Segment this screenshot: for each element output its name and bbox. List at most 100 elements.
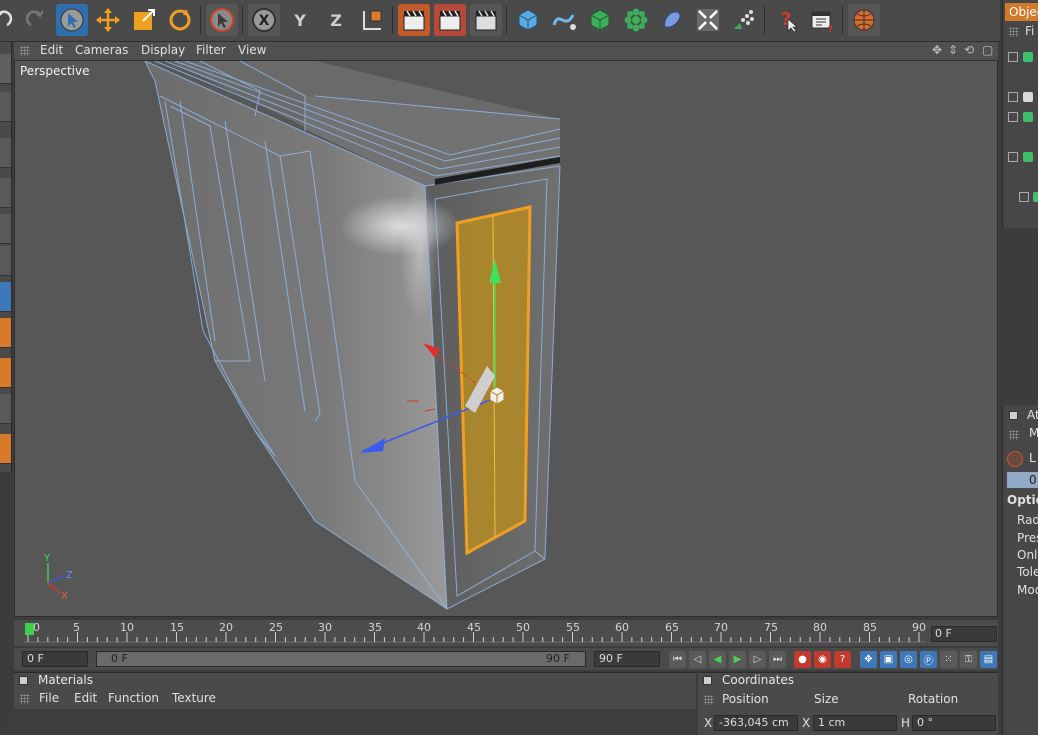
record-position-button[interactable]: ✥ — [860, 651, 877, 668]
materials-menu-file[interactable]: File — [39, 691, 59, 705]
scene-canvas[interactable]: Y Z X — [15, 61, 998, 617]
render-picture-button[interactable] — [434, 4, 466, 36]
browser-button[interactable] — [848, 4, 880, 36]
tool-strip-button[interactable] — [0, 246, 11, 276]
materials-menu-texture[interactable]: Texture — [172, 691, 216, 705]
tool-strip-button[interactable] — [0, 214, 11, 244]
texture-mode-button[interactable] — [0, 434, 11, 464]
null-object-icon[interactable] — [1023, 92, 1033, 102]
tool-strip-button[interactable] — [0, 54, 11, 84]
panel-menu-icon[interactable] — [1009, 411, 1018, 420]
pan-icon[interactable]: ✥ — [932, 43, 942, 57]
viewport-menu-view[interactable]: View — [238, 43, 266, 57]
render-view-button[interactable] — [398, 4, 430, 36]
viewport-menu-filter[interactable]: Filter — [196, 43, 226, 57]
orbit-icon[interactable]: ⟲ — [964, 43, 974, 57]
attributes-tab[interactable]: At — [1027, 408, 1038, 422]
object-icon[interactable] — [1023, 52, 1033, 62]
size-x-field[interactable]: 1 cm — [813, 715, 897, 731]
scene-button[interactable] — [692, 4, 724, 36]
rotation-h-field[interactable]: 0 ° — [912, 715, 996, 731]
attribute-mode-menu[interactable]: M — [1029, 426, 1038, 440]
play-backwards-button[interactable]: ◀ — [709, 651, 726, 668]
record-rotation-button[interactable]: ◎ — [900, 651, 917, 668]
tool-strip-button[interactable] — [0, 178, 11, 208]
tree-expand-icon[interactable] — [1008, 152, 1018, 162]
redo-button[interactable] — [20, 4, 52, 36]
current-frame-field[interactable]: 0 F — [931, 626, 997, 642]
dolly-icon[interactable]: ⇕ — [948, 43, 958, 57]
timeline-ruler[interactable]: 0 5 10 15 20 25 30 35 40 45 50 55 60 65 … — [14, 620, 998, 646]
next-key-button[interactable]: ▷ — [749, 651, 766, 668]
x-axis-lock-button[interactable]: X — [248, 4, 280, 36]
go-to-end-button[interactable]: ⏭ — [769, 651, 786, 668]
timeline-layout-button[interactable]: ▤ — [980, 651, 997, 668]
tool-strip-button[interactable] — [0, 138, 11, 168]
attribute-tab-selected[interactable]: 0 — [1007, 472, 1038, 488]
render-settings-button[interactable] — [470, 4, 502, 36]
tree-expand-icon[interactable] — [1008, 52, 1018, 62]
viewport-menu-edit[interactable]: Edit — [40, 43, 63, 57]
record-button[interactable]: ● — [794, 651, 811, 668]
materials-menu-edit[interactable]: Edit — [74, 691, 97, 705]
layout-button[interactable]: ? — [806, 4, 838, 36]
next-key-icon: ▷ — [753, 654, 762, 665]
materials-area[interactable] — [14, 709, 696, 735]
array-button[interactable] — [620, 4, 652, 36]
tree-expand-icon[interactable] — [1008, 112, 1018, 122]
last-tool-button[interactable] — [206, 4, 238, 36]
viewport-menu-cameras[interactable]: Cameras — [75, 43, 128, 57]
materials-menu-function[interactable]: Function — [108, 691, 159, 705]
object-icon[interactable] — [1023, 112, 1033, 122]
objects-tab[interactable]: Objects — [1005, 3, 1038, 21]
rotate-button[interactable] — [164, 4, 196, 36]
object-icon[interactable] — [1023, 152, 1033, 162]
coordinates-panel: Coordinates Position Size Rotation X -36… — [698, 672, 998, 735]
maximize-icon[interactable]: ▢ — [982, 43, 993, 57]
coordinate-system-button[interactable] — [356, 4, 388, 36]
y-axis-lock-button[interactable]: Y — [284, 4, 316, 36]
undo-button[interactable] — [0, 4, 18, 36]
previous-key-button[interactable]: ◁ — [689, 651, 706, 668]
subdivision-button[interactable] — [584, 4, 616, 36]
position-x-field[interactable]: -363,045 cm — [714, 715, 798, 731]
tree-expand-icon[interactable] — [1019, 192, 1029, 202]
perspective-viewport[interactable]: Y Z X Perspective — [14, 60, 998, 617]
viewport-menu-display[interactable]: Display — [141, 43, 185, 57]
help-button[interactable]: ? — [770, 4, 802, 36]
tree-expand-icon[interactable] — [1008, 92, 1018, 102]
svg-text:Z: Z — [330, 11, 342, 30]
points-mode-button[interactable] — [0, 282, 11, 312]
start-frame-field[interactable]: 0 F — [22, 651, 88, 667]
polygons-mode-button[interactable] — [0, 318, 11, 348]
panel-menu-icon[interactable] — [19, 676, 28, 685]
go-to-start-button[interactable]: ⏮ — [669, 651, 686, 668]
record-pla-button[interactable]: ⁙ — [940, 651, 957, 668]
record-parameter-button[interactable]: Ⓟ — [920, 651, 937, 668]
cube-icon — [518, 9, 538, 31]
keyframe-selection-button[interactable]: ? — [834, 651, 851, 668]
object-menu-file[interactable]: Fi — [1025, 24, 1034, 38]
particles-button[interactable] — [728, 4, 760, 36]
selected-polygon[interactable] — [455, 205, 532, 556]
live-selection-button[interactable] — [56, 4, 88, 36]
key-interpolation-button[interactable]: ⚿ — [960, 651, 977, 668]
spline-button[interactable] — [548, 4, 580, 36]
autokey-button[interactable]: ◉ — [814, 651, 831, 668]
frame-range-slider[interactable]: 0 F — [96, 651, 586, 667]
object-icon[interactable] — [1033, 192, 1038, 202]
deformer-button[interactable] — [656, 4, 688, 36]
play-forwards-button[interactable]: ▶ — [729, 651, 746, 668]
tool-strip-button[interactable] — [0, 92, 11, 122]
tool-strip-button[interactable] — [0, 394, 11, 424]
go-to-start-icon: ⏮ — [673, 654, 682, 665]
move-button[interactable] — [92, 4, 124, 36]
viewport-camera-label[interactable]: Perspective — [20, 64, 90, 78]
scale-button[interactable] — [128, 4, 160, 36]
z-axis-lock-button[interactable]: Z — [320, 4, 352, 36]
cube-button[interactable] — [512, 4, 544, 36]
panel-menu-icon[interactable] — [703, 676, 712, 685]
end-frame-field[interactable]: 90 F — [594, 651, 660, 667]
edges-mode-button[interactable] — [0, 358, 11, 388]
record-scale-button[interactable]: ▣ — [880, 651, 897, 668]
